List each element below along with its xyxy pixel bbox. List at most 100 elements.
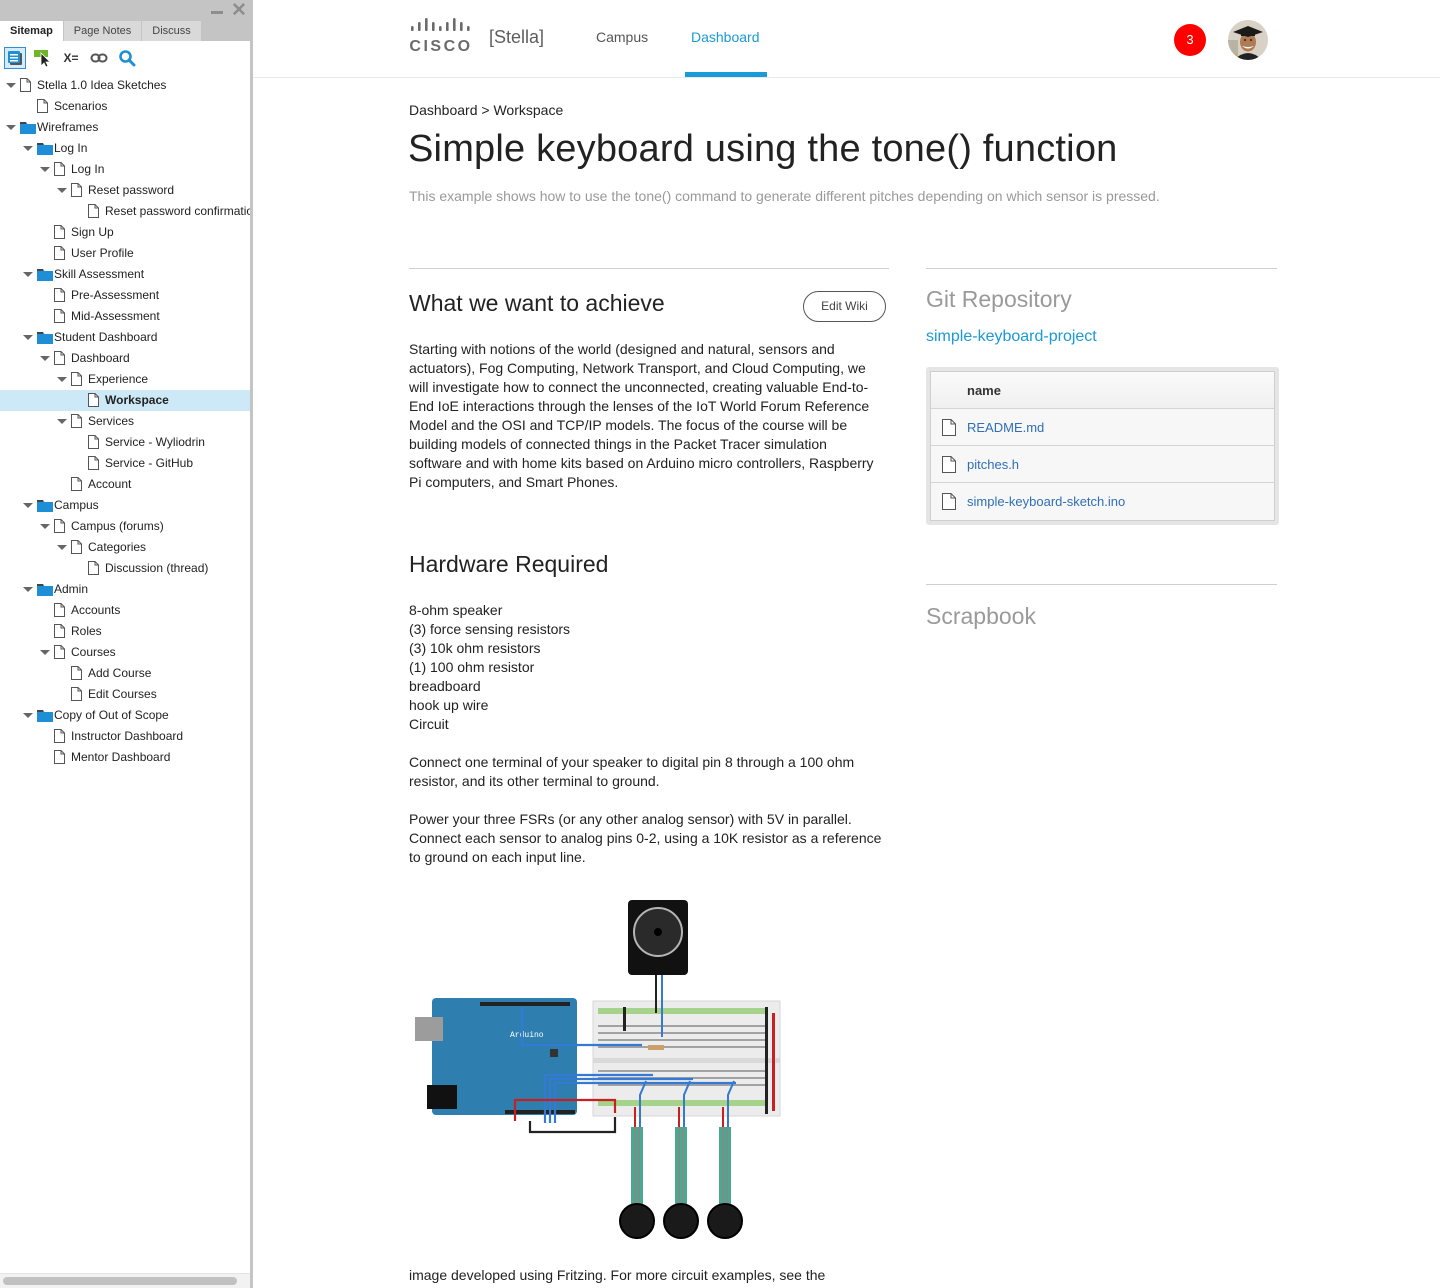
sitemap-item[interactable]: Wireframes bbox=[0, 117, 250, 138]
sitemap-item[interactable]: Campus (forums) bbox=[0, 516, 250, 537]
tab-sitemap[interactable]: Sitemap bbox=[0, 21, 64, 41]
sitemap-item[interactable]: Pre-Assessment bbox=[0, 285, 250, 306]
expand-caret-icon[interactable] bbox=[23, 587, 33, 592]
sitemap-item[interactable]: Experience bbox=[0, 369, 250, 390]
hardware-item: hook up wire bbox=[409, 697, 489, 713]
logo-text: CISCO bbox=[409, 38, 472, 54]
expand-caret-icon[interactable] bbox=[57, 545, 67, 550]
expand-caret-icon[interactable] bbox=[23, 272, 33, 277]
sitemap-item-label: Experience bbox=[88, 372, 149, 386]
sitemap-item[interactable]: Mid-Assessment bbox=[0, 306, 250, 327]
close-icon[interactable]: ✕ bbox=[231, 1, 247, 21]
sitemap-item[interactable]: Service - GitHub bbox=[0, 453, 250, 474]
fsr-instructions: Power your three FSRs (or any other anal… bbox=[409, 811, 882, 865]
repo-link[interactable]: simple-keyboard-project bbox=[926, 328, 1097, 346]
search-button[interactable] bbox=[116, 47, 138, 69]
achieve-body: Starting with notions of the world (desi… bbox=[409, 341, 874, 490]
sitemap-item[interactable]: Instructor Dashboard bbox=[0, 726, 250, 747]
sitemap-item[interactable]: Reset password bbox=[0, 180, 250, 201]
sitemap-item[interactable]: Admin bbox=[0, 579, 250, 600]
breadcrumb-dashboard[interactable]: Dashboard bbox=[409, 102, 478, 118]
file-icon bbox=[942, 456, 956, 478]
hardware-item: (3) force sensing resistors bbox=[409, 621, 571, 637]
main-content: CISCO [Stella] Campus Dashboard 3 Dashbo… bbox=[253, 0, 1440, 1288]
column-header-name[interactable]: name bbox=[931, 372, 1274, 409]
sitemap-tree: Stella 1.0 Idea Sketches Scenarios Wirefra… bbox=[0, 75, 250, 768]
sitemap-item-label: Wireframes bbox=[37, 120, 99, 134]
sitemap-item[interactable]: Workspace bbox=[0, 390, 250, 411]
tab-discuss[interactable]: Discuss bbox=[142, 21, 202, 41]
sitemap-item[interactable]: Discussion (thread) bbox=[0, 558, 250, 579]
sitemap-item[interactable]: Log In bbox=[0, 138, 250, 159]
expand-caret-icon[interactable] bbox=[23, 503, 33, 508]
file-link[interactable]: pitches.h bbox=[967, 457, 1019, 472]
sitemap-item-label: Pre-Assessment bbox=[71, 288, 160, 302]
speaker-instructions: Connect one terminal of your speaker to … bbox=[409, 754, 855, 789]
expand-caret-icon[interactable] bbox=[6, 83, 16, 88]
repo-file-row[interactable]: README.md bbox=[931, 409, 1274, 446]
sitemap-item-label: User Profile bbox=[71, 246, 134, 260]
git-column: Git Repository simple-keyboard-project n… bbox=[926, 268, 1279, 629]
nav-campus[interactable]: Campus bbox=[596, 29, 648, 45]
expand-caret-icon[interactable] bbox=[23, 146, 33, 151]
sitemap-item-label: Skill Assessment bbox=[54, 267, 145, 281]
sitemap-item[interactable]: Campus bbox=[0, 495, 250, 516]
sitemap-item[interactable]: Account bbox=[0, 474, 250, 495]
sitemap-item[interactable]: Copy of Out of Scope bbox=[0, 705, 250, 726]
sitemap-item[interactable]: User Profile bbox=[0, 243, 250, 264]
nav-dashboard[interactable]: Dashboard bbox=[691, 29, 760, 45]
edit-wiki-button[interactable]: Edit Wiki bbox=[803, 291, 886, 322]
expand-caret-icon[interactable] bbox=[40, 650, 50, 655]
sitemap-item[interactable]: Roles bbox=[0, 621, 250, 642]
sitemap-item[interactable]: Log In bbox=[0, 159, 250, 180]
achieve-title: What we want to achieve bbox=[409, 290, 665, 316]
sitemap-item[interactable]: Accounts bbox=[0, 600, 250, 621]
sitemap-item[interactable]: Add Course bbox=[0, 663, 250, 684]
file-icon bbox=[942, 419, 956, 441]
file-link[interactable]: README.md bbox=[967, 420, 1044, 435]
horizontal-scrollbar[interactable] bbox=[0, 1273, 250, 1288]
sitemap-view-button[interactable] bbox=[4, 47, 26, 69]
sitemap-item[interactable]: Categories bbox=[0, 537, 250, 558]
expand-caret-icon[interactable] bbox=[40, 167, 50, 172]
link-button[interactable] bbox=[88, 47, 110, 69]
hardware-item: Circuit bbox=[409, 716, 449, 732]
tab-page-notes[interactable]: Page Notes bbox=[63, 21, 143, 41]
expand-caret-icon[interactable] bbox=[6, 125, 16, 130]
sitemap-item[interactable]: Mentor Dashboard bbox=[0, 747, 250, 768]
file-link[interactable]: simple-keyboard-sketch.ino bbox=[967, 494, 1125, 509]
sitemap-item[interactable]: Scenarios bbox=[0, 96, 250, 117]
sitemap-item[interactable]: Courses bbox=[0, 642, 250, 663]
expand-caret-icon[interactable] bbox=[57, 188, 67, 193]
hardware-list: 8-ohm speaker (3) force sensing resistor… bbox=[409, 601, 570, 734]
hardware-item: (1) 100 ohm resistor bbox=[409, 659, 535, 675]
sitemap-item[interactable]: Edit Courses bbox=[0, 684, 250, 705]
sitemap-item[interactable]: Service - Wyliodrin bbox=[0, 432, 250, 453]
sitemap-item[interactable]: Dashboard bbox=[0, 348, 250, 369]
page-subtitle: This example shows how to use the tone()… bbox=[409, 188, 1160, 204]
repo-file-row[interactable]: simple-keyboard-sketch.ino bbox=[931, 483, 1274, 520]
sitemap-item[interactable]: Services bbox=[0, 411, 250, 432]
highlight-interactive-button[interactable] bbox=[32, 47, 54, 69]
sitemap-item[interactable]: Reset password confirmation bbox=[0, 201, 250, 222]
minimize-icon[interactable] bbox=[211, 11, 223, 14]
expand-caret-icon[interactable] bbox=[57, 377, 67, 382]
notification-badge[interactable]: 3 bbox=[1174, 24, 1206, 56]
expand-caret-icon[interactable] bbox=[40, 524, 50, 529]
variables-button[interactable]: X= bbox=[60, 47, 82, 69]
cisco-logo-icon[interactable]: CISCO bbox=[409, 18, 475, 54]
expand-caret-icon[interactable] bbox=[23, 713, 33, 718]
hardware-item: (3) 10k ohm resistors bbox=[409, 640, 541, 656]
sitemap-item-label: Service - Wyliodrin bbox=[105, 435, 205, 449]
sitemap-item[interactable]: Stella 1.0 Idea Sketches bbox=[0, 75, 250, 96]
scrollbar-thumb[interactable] bbox=[3, 1277, 237, 1285]
sitemap-item[interactable]: Sign Up bbox=[0, 222, 250, 243]
expand-caret-icon[interactable] bbox=[40, 356, 50, 361]
repo-file-row[interactable]: pitches.h bbox=[931, 446, 1274, 483]
file-icon bbox=[942, 493, 956, 515]
user-avatar[interactable] bbox=[1228, 20, 1268, 60]
sitemap-item[interactable]: Student Dashboard bbox=[0, 327, 250, 348]
expand-caret-icon[interactable] bbox=[23, 335, 33, 340]
expand-caret-icon[interactable] bbox=[57, 419, 67, 424]
sitemap-item[interactable]: Skill Assessment bbox=[0, 264, 250, 285]
